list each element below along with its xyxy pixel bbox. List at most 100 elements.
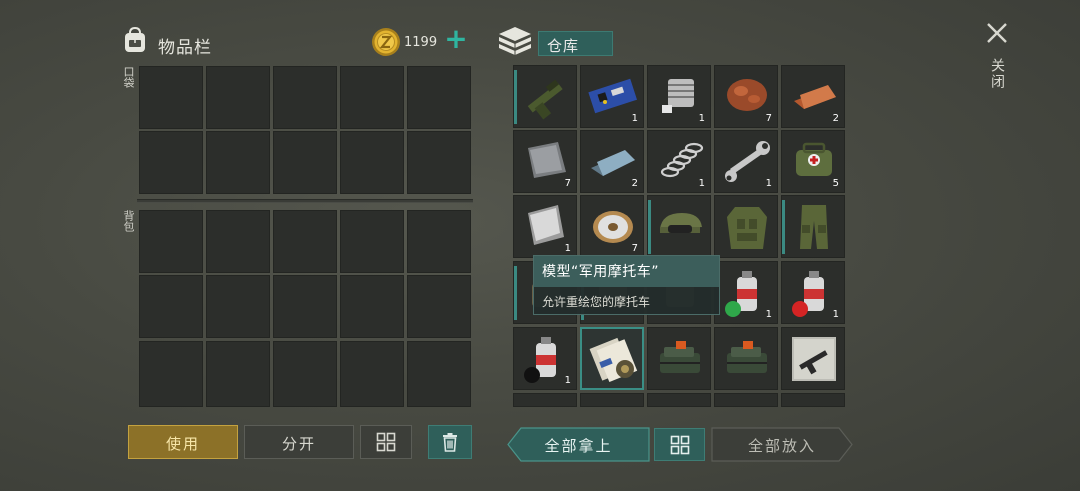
inventory-slot[interactable] bbox=[340, 275, 404, 338]
put-all-button[interactable]: 全部放入 bbox=[711, 427, 853, 462]
storage-slot[interactable] bbox=[781, 393, 845, 407]
storage-slot[interactable] bbox=[781, 195, 845, 258]
inventory-slot[interactable] bbox=[273, 275, 337, 338]
inventory-slot[interactable] bbox=[340, 131, 404, 194]
storage-slot[interactable] bbox=[647, 393, 711, 407]
inventory-slot[interactable] bbox=[340, 210, 404, 273]
item-quantity: 1 bbox=[698, 178, 705, 189]
item-quantity: 1 bbox=[564, 375, 571, 386]
storage-slot[interactable] bbox=[781, 327, 845, 390]
inventory-slot[interactable] bbox=[206, 275, 270, 338]
inventory-slot[interactable] bbox=[273, 131, 337, 194]
storage-slot[interactable]: 7 bbox=[580, 195, 644, 258]
item-quantity: 5 bbox=[832, 178, 839, 189]
military-pants-icon bbox=[800, 205, 828, 249]
tooltip-description: 允许重绘您的摩托车 bbox=[542, 295, 651, 309]
inventory-slot[interactable] bbox=[139, 131, 203, 194]
item-tooltip: 模型“军用摩托车” 允许重绘您的摩托车 bbox=[533, 255, 720, 315]
storage-slot[interactable]: 1 bbox=[647, 65, 711, 128]
trash-button[interactable] bbox=[428, 425, 472, 459]
sort-grid-icon bbox=[670, 435, 689, 454]
inventory-slot[interactable] bbox=[206, 341, 270, 407]
storage-slot[interactable]: 7 bbox=[513, 130, 577, 193]
inventory-slot[interactable] bbox=[340, 341, 404, 407]
inventory-title: 物品栏 bbox=[158, 38, 212, 58]
inventory-slot[interactable] bbox=[139, 66, 203, 129]
tooltip-title: 模型“军用摩托车” bbox=[534, 256, 719, 287]
grenade-launcher-icon bbox=[527, 79, 563, 120]
put-all-label: 全部放入 bbox=[747, 437, 816, 455]
storage-slot[interactable] bbox=[647, 327, 711, 390]
add-coins-button[interactable]: + bbox=[444, 25, 468, 53]
inventory-slot[interactable] bbox=[273, 66, 337, 129]
inventory-slot[interactable] bbox=[407, 341, 471, 407]
storage-slot[interactable]: 1 bbox=[647, 130, 711, 193]
storage-slot[interactable] bbox=[580, 327, 644, 390]
storage-slot[interactable]: 1 bbox=[714, 130, 778, 193]
item-quantity: 1 bbox=[698, 113, 705, 124]
inventory-slot[interactable] bbox=[139, 275, 203, 338]
inventory-slot[interactable] bbox=[407, 66, 471, 129]
item-quantity: 2 bbox=[832, 113, 839, 124]
inventory-slot[interactable] bbox=[340, 66, 404, 129]
item-quantity: 1 bbox=[631, 113, 638, 124]
storage-title: 仓库 bbox=[538, 31, 613, 56]
slot-accent bbox=[648, 200, 651, 254]
storage-slot[interactable]: 5 bbox=[781, 130, 845, 193]
item-quantity: 1 bbox=[832, 309, 839, 320]
storage-slot[interactable]: 1 bbox=[580, 65, 644, 128]
storage-slot[interactable]: 7 bbox=[714, 65, 778, 128]
slot-accent bbox=[514, 266, 517, 320]
inventory-slot[interactable] bbox=[206, 131, 270, 194]
storage-slot[interactable] bbox=[513, 393, 577, 407]
storage-slot[interactable] bbox=[714, 327, 778, 390]
storage-slot[interactable]: 1 bbox=[513, 195, 577, 258]
split-button[interactable]: 分开 bbox=[244, 425, 354, 459]
coin-icon bbox=[372, 28, 400, 56]
item-quantity: 1 bbox=[765, 178, 772, 189]
item-quantity: 1 bbox=[765, 309, 772, 320]
explosive-charge-icon bbox=[660, 341, 700, 373]
slot-accent bbox=[514, 70, 517, 124]
inventory-slot[interactable] bbox=[273, 210, 337, 273]
sort-inventory-button[interactable] bbox=[360, 425, 412, 459]
backpack-label: 背包 bbox=[122, 210, 135, 232]
storage-slot[interactable]: 1 bbox=[781, 261, 845, 324]
coin-balance: 1199 bbox=[404, 35, 438, 50]
take-all-button[interactable]: 全部拿上 bbox=[507, 427, 650, 462]
slot-accent bbox=[782, 200, 785, 254]
storage-slot[interactable]: 2 bbox=[781, 65, 845, 128]
storage-slot[interactable]: 1 bbox=[513, 327, 577, 390]
body-armor-icon bbox=[727, 207, 767, 249]
storage-slot[interactable]: 2 bbox=[580, 130, 644, 193]
inventory-slot[interactable] bbox=[206, 210, 270, 273]
sort-grid-icon bbox=[376, 432, 396, 452]
storage-slot[interactable]: 1 bbox=[714, 261, 778, 324]
inventory-slot[interactable] bbox=[407, 275, 471, 338]
inventory-slot[interactable] bbox=[139, 210, 203, 273]
sort-storage-button[interactable] bbox=[654, 428, 705, 461]
item-quantity: 7 bbox=[564, 178, 571, 189]
storage-crate-icon bbox=[499, 27, 531, 55]
use-button[interactable]: 使用 bbox=[128, 425, 238, 459]
storage-slot[interactable] bbox=[714, 393, 778, 407]
storage-slot[interactable] bbox=[580, 393, 644, 407]
inventory-slot[interactable] bbox=[407, 131, 471, 194]
inventory-slot[interactable] bbox=[273, 341, 337, 407]
explosive-charge-icon bbox=[727, 341, 767, 373]
rifle-blueprint-icon bbox=[792, 337, 836, 381]
backpack-icon bbox=[125, 26, 145, 52]
inventory-slot[interactable] bbox=[206, 66, 270, 129]
item-quantity: 7 bbox=[765, 113, 772, 124]
storage-slot[interactable] bbox=[513, 65, 577, 128]
pocket-label: 口袋 bbox=[122, 66, 135, 88]
inventory-slot[interactable] bbox=[139, 341, 203, 407]
item-quantity: 7 bbox=[631, 243, 638, 254]
trash-icon bbox=[443, 433, 457, 452]
inventory-slot[interactable] bbox=[407, 210, 471, 273]
close-label[interactable]: 关闭 bbox=[987, 58, 1007, 90]
storage-slot[interactable] bbox=[714, 195, 778, 258]
storage-slot[interactable] bbox=[647, 195, 711, 258]
close-icon[interactable] bbox=[984, 20, 1010, 46]
item-quantity: 1 bbox=[564, 243, 571, 254]
